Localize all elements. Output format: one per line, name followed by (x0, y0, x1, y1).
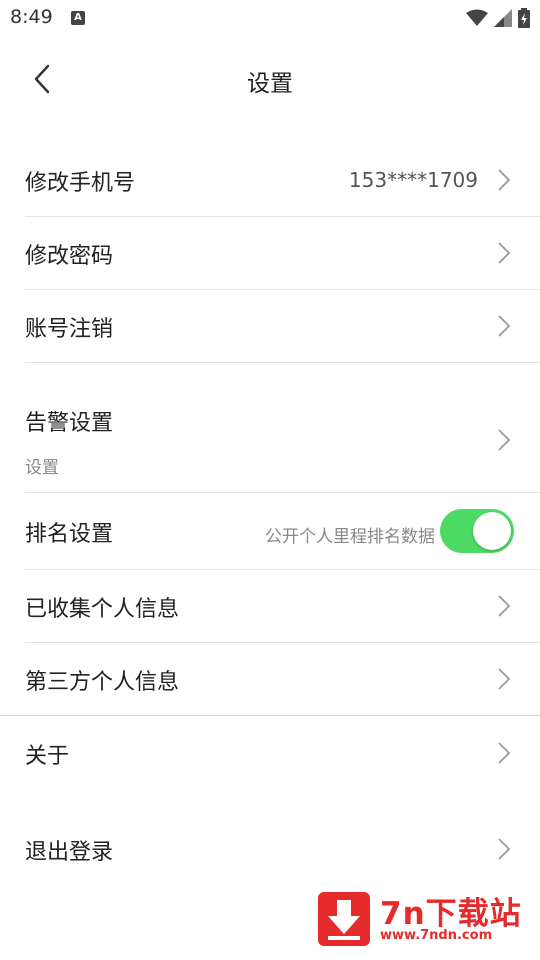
chevron-right-icon (498, 315, 511, 337)
row-label: 修改手机号 (25, 171, 136, 196)
ranking-toggle[interactable] (440, 509, 514, 553)
download-icon (318, 892, 370, 946)
watermark-title: 7n下载站 (380, 896, 522, 932)
phone-value: 153****1709 (348, 168, 478, 192)
status-time: 8:49 (10, 6, 53, 28)
row-logout[interactable]: 退出登录 (0, 812, 540, 886)
chevron-right-icon (498, 242, 511, 264)
status-bar: 8:49 A (0, 0, 540, 36)
chevron-right-icon (498, 742, 511, 764)
row-label: 已收集个人信息 (25, 597, 180, 622)
row-ranking-settings: 排名设置 公开个人里程排名数据 (0, 493, 540, 569)
chevron-right-icon (498, 595, 511, 617)
chevron-right-icon (498, 429, 511, 451)
chevron-right-icon (498, 838, 511, 860)
row-label: 第三方个人信息 (25, 670, 180, 695)
row-cancel-account[interactable]: 账号注销 (0, 290, 540, 362)
row-change-phone[interactable]: 修改手机号 153****1709 (0, 144, 540, 216)
row-third-party-info[interactable]: 第三方个人信息 (0, 643, 540, 715)
row-collected-info[interactable]: 已收集个人信息 (0, 570, 540, 642)
ranking-hint: 公开个人里程排名数据 (265, 527, 435, 547)
row-label: 告警设置 (25, 411, 114, 436)
toggle-knob (473, 512, 511, 550)
signal-icon (494, 9, 512, 27)
row-about[interactable]: 关于 (0, 716, 540, 790)
wifi-icon (466, 9, 488, 26)
row-label: 关于 (25, 744, 70, 769)
watermark-logo: 7n下载站 www.7ndn.com (316, 888, 532, 950)
navbar: 设置 (0, 40, 540, 118)
chevron-right-icon (498, 169, 511, 191)
page-title: 设置 (247, 71, 293, 97)
row-alarm-settings[interactable]: 告警设置 设置 (0, 363, 540, 492)
status-icons (466, 8, 530, 28)
chevron-right-icon (498, 668, 511, 690)
row-label: 排名设置 (25, 522, 114, 547)
row-sublabel: 设置 (25, 458, 59, 478)
row-label: 账号注销 (25, 317, 114, 342)
row-label: 修改密码 (25, 244, 114, 269)
battery-icon (518, 8, 530, 28)
watermark-url: www.7ndn.com (380, 928, 493, 943)
notification-a-icon: A (71, 11, 85, 25)
row-change-password[interactable]: 修改密码 (0, 217, 540, 289)
row-label: 退出登录 (25, 840, 114, 865)
